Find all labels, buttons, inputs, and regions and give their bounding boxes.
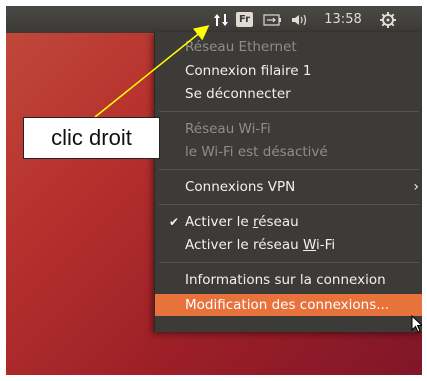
desktop-screenshot: Fr 13:58 Réseau Ethernet Connexion filai… <box>6 6 422 375</box>
wifi-disabled-status: le Wi-Fi est désactivé <box>185 144 328 160</box>
wifi-network-header: Réseau Wi-Fi <box>185 121 271 137</box>
keyboard-layout-indicator[interactable]: Fr <box>236 12 253 27</box>
menu-item-edit-connections[interactable]: Modification des connexions... <box>155 294 422 316</box>
menu-item-vpn-connections[interactable]: Connexions VPN › <box>155 176 422 198</box>
menu-item-wired-connection[interactable]: Connexion filaire 1 <box>155 60 422 82</box>
clock[interactable]: 13:58 <box>323 6 363 33</box>
ethernet-network-header: Réseau Ethernet <box>185 39 297 55</box>
menu-item-enable-network[interactable]: ✔ Activer le réseau <box>155 211 422 233</box>
menu-separator <box>159 111 419 112</box>
network-transfer-icon[interactable] <box>210 6 232 33</box>
menu-item-disconnect[interactable]: Se déconnecter <box>155 83 422 105</box>
top-panel: Fr 13:58 <box>6 6 422 33</box>
menu-item-enable-wifi[interactable]: Activer le réseau Wi-Fi <box>155 234 422 256</box>
gear-icon[interactable] <box>377 6 399 33</box>
submenu-arrow-icon: › <box>413 179 419 195</box>
battery-icon[interactable] <box>262 6 284 33</box>
volume-icon[interactable] <box>287 6 313 33</box>
menu-separator <box>159 262 419 263</box>
menu-item-connection-info[interactable]: Informations sur la connexion <box>155 269 422 291</box>
mouse-cursor-icon <box>411 314 422 337</box>
menu-separator <box>159 204 419 205</box>
annotation-callout: clic droit <box>23 117 160 159</box>
checkmark-icon: ✔ <box>169 215 180 229</box>
menu-separator <box>159 169 419 170</box>
network-menu: Réseau Ethernet Connexion filaire 1 Se d… <box>154 32 422 332</box>
